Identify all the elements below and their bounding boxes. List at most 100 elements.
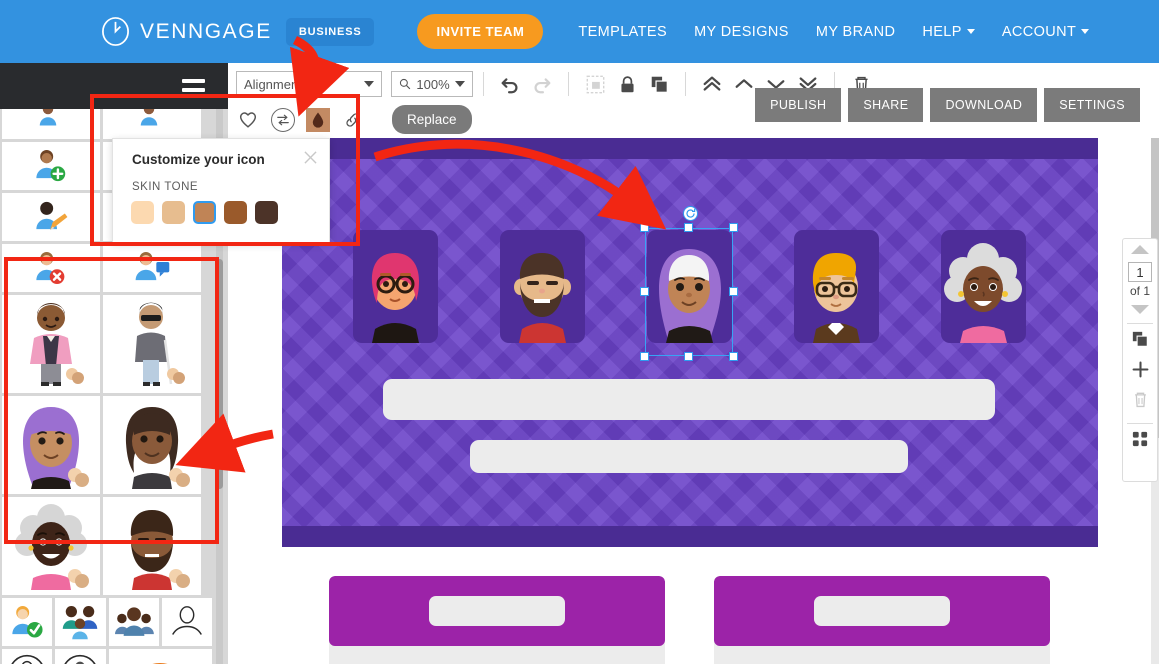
library-item-avatar-add[interactable] (2, 142, 100, 190)
page-down-icon[interactable] (1131, 305, 1149, 314)
venngage-editor: VENNGAGE BUSINESS INVITE TEAM TEMPLATES … (0, 0, 1159, 664)
download-button[interactable]: DOWNLOAD (930, 88, 1038, 122)
library-row (2, 649, 213, 664)
group-icon[interactable] (582, 71, 608, 97)
content-card-right[interactable] (714, 576, 1050, 664)
card-header-left[interactable] (329, 576, 665, 646)
resize-handle-sw[interactable] (640, 352, 649, 361)
library-item-person-cane[interactable] (103, 295, 201, 393)
library-scrollbar-thumb[interactable] (216, 259, 223, 489)
resize-handle-e[interactable] (729, 287, 738, 296)
duplicate-icon[interactable] (646, 71, 672, 97)
library-item-avatar-edit[interactable] (2, 193, 100, 241)
library-item-family-group[interactable] (55, 598, 106, 646)
nav-templates[interactable]: TEMPLATES (578, 24, 667, 40)
customize-icon-popup[interactable]: Customize your icon SKIN TONE (112, 138, 330, 243)
skin-tone-swatch-1[interactable] (131, 201, 154, 224)
skin-tone-swatches (131, 201, 278, 224)
card-header-right[interactable] (714, 576, 1050, 646)
library-item-avatar-chat[interactable] (103, 244, 201, 292)
avatar-bearded-man[interactable] (500, 230, 585, 343)
search-icon (400, 78, 411, 90)
favorite-heart-icon[interactable] (236, 108, 260, 132)
library-item-woman-gray-afro[interactable] (2, 497, 100, 595)
publish-button[interactable]: PUBLISH (755, 88, 842, 122)
library-row (2, 295, 212, 393)
invite-team-button[interactable]: INVITE TEAM (417, 14, 544, 49)
library-item-team-group[interactable] (108, 598, 159, 646)
page-count-label: of 1 (1129, 284, 1150, 298)
zoom-dropdown[interactable]: 100% (391, 71, 473, 97)
library-item-avatar-circle-filled[interactable] (55, 649, 106, 664)
skin-tone-swatch-3-selected[interactable] (193, 201, 216, 224)
library-item-avatar-outline[interactable] (161, 598, 212, 646)
selection-overlay (640, 206, 738, 361)
business-badge[interactable]: BUSINESS (285, 17, 375, 46)
resize-handle-n[interactable] (684, 223, 693, 232)
resize-handle-s[interactable] (684, 352, 693, 361)
nav-help[interactable]: HELP (922, 24, 975, 40)
redo-icon[interactable] (529, 71, 555, 97)
chevron-down-icon (1081, 29, 1090, 35)
library-item-woman-short-hair[interactable] (103, 396, 201, 494)
hamburger-menu-icon[interactable] (182, 79, 205, 97)
library-row (2, 396, 212, 494)
current-page-input[interactable]: 1 (1128, 262, 1152, 282)
library-row (2, 109, 212, 139)
avatar-gray-afro-woman[interactable] (941, 230, 1026, 343)
skin-tone-swatch-2[interactable] (162, 201, 185, 224)
library-item-avatar-circle-outline[interactable] (2, 649, 53, 664)
avatar-blond-glasses[interactable] (794, 230, 879, 343)
resize-handle-nw[interactable] (640, 223, 649, 232)
nav-account[interactable]: ACCOUNT (1002, 24, 1090, 40)
bring-to-front-icon[interactable] (699, 71, 725, 97)
library-item[interactable] (2, 109, 100, 139)
nav-my-designs[interactable]: MY DESIGNS (694, 24, 789, 40)
card-title-placeholder (814, 596, 950, 626)
avatar-art (514, 253, 571, 343)
bring-forward-icon[interactable] (731, 71, 757, 97)
popup-title: Customize your icon (132, 152, 265, 167)
library-item-avatar-remove[interactable] (2, 244, 100, 292)
library-row (2, 497, 212, 595)
subhead-placeholder-bar[interactable] (470, 440, 908, 473)
nav-my-brand[interactable]: MY BRAND (816, 24, 895, 40)
venngage-logo-icon (100, 16, 131, 47)
alignment-dropdown[interactable]: Alignment (236, 71, 382, 97)
rotate-handle-icon[interactable] (683, 206, 698, 221)
selection-bounding-box (645, 228, 733, 356)
skin-tone-swatch-5[interactable] (255, 201, 278, 224)
page-grid-icon[interactable] (1126, 424, 1154, 454)
add-page-icon[interactable] (1126, 354, 1154, 384)
skin-tone-droplet-icon[interactable] (306, 107, 330, 132)
library-item-person-vest[interactable] (2, 295, 100, 393)
skin-tone-swatch-4[interactable] (224, 201, 247, 224)
link-icon[interactable] (341, 108, 365, 132)
library-item-avatar-verified[interactable] (2, 598, 53, 646)
brand-logo[interactable]: VENNGAGE (100, 16, 272, 47)
resize-handle-w[interactable] (640, 287, 649, 296)
content-card-left[interactable] (329, 576, 665, 664)
settings-button[interactable]: SETTINGS (1044, 88, 1140, 122)
library-item-man-beard[interactable] (103, 497, 201, 595)
card-title-placeholder (429, 596, 565, 626)
share-button[interactable]: SHARE (848, 88, 924, 122)
undo-icon[interactable] (497, 71, 523, 97)
resize-handle-ne[interactable] (729, 223, 738, 232)
banner-top-band (282, 138, 1098, 159)
resize-handle-se[interactable] (729, 352, 738, 361)
lock-icon[interactable] (614, 71, 640, 97)
library-item-woman-hijab[interactable] (2, 396, 100, 494)
close-icon[interactable] (304, 151, 317, 169)
app-header: VENNGAGE BUSINESS INVITE TEAM TEMPLATES … (0, 0, 1159, 63)
delete-page-icon[interactable] (1126, 384, 1154, 414)
chevron-down-icon (966, 29, 975, 35)
replace-button[interactable]: Replace (392, 105, 472, 134)
library-item[interactable] (103, 109, 201, 139)
duplicate-page-icon[interactable] (1126, 324, 1154, 354)
swap-icon[interactable] (271, 107, 295, 132)
page-up-icon[interactable] (1131, 245, 1149, 254)
headline-placeholder-bar[interactable] (383, 379, 995, 420)
library-item-woman-orange-hair[interactable] (108, 649, 213, 664)
avatar-pink-hair-glasses[interactable] (353, 230, 438, 343)
